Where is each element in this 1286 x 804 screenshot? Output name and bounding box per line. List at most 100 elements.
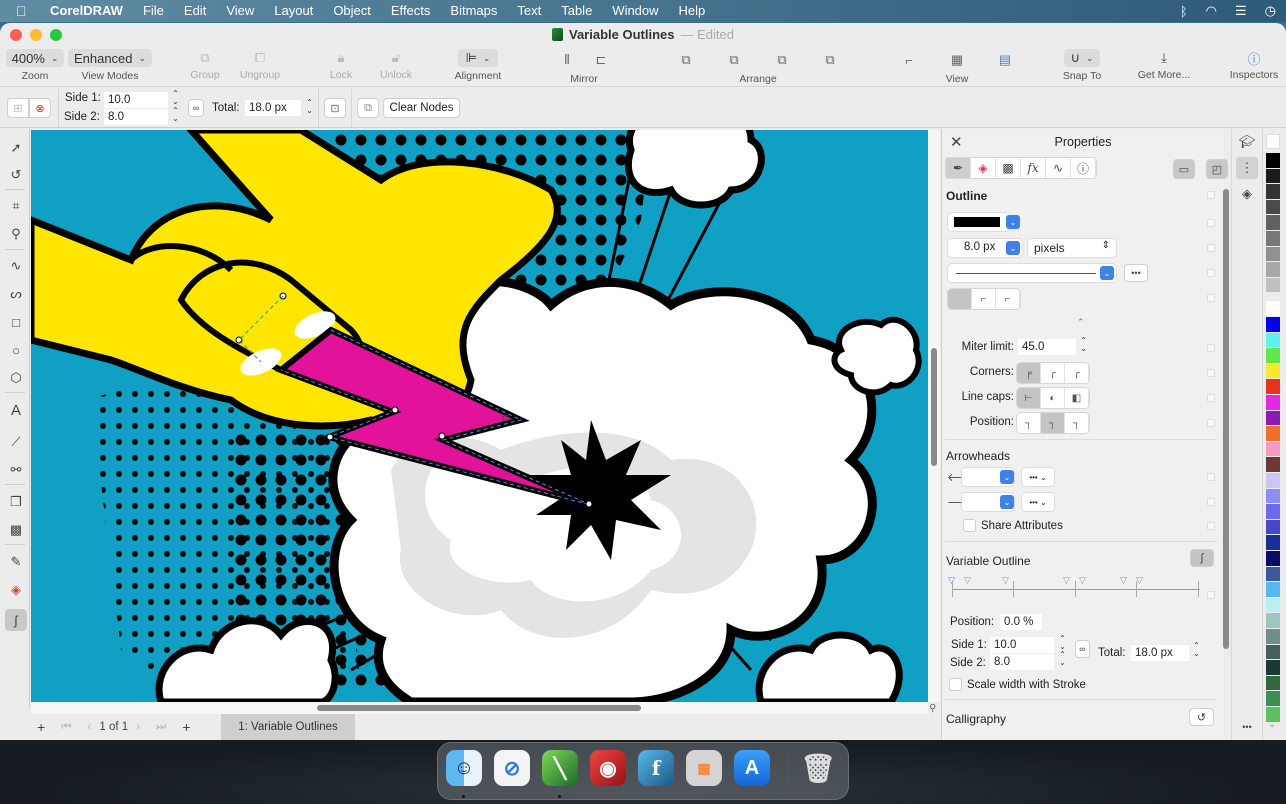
panel-scrollbar[interactable] — [1223, 189, 1229, 649]
vertical-scrollbar[interactable] — [928, 130, 940, 702]
corner-bevel-icon[interactable]: ╭ — [1065, 363, 1089, 383]
vo-position-input[interactable] — [1000, 614, 1042, 630]
no-color-swatch[interactable] — [1266, 134, 1280, 149]
palette-swatch[interactable] — [1266, 277, 1280, 293]
collapse-chevron-icon[interactable]: ⌃ — [1077, 317, 1085, 328]
palette-swatch[interactable] — [1266, 410, 1280, 426]
add-page-before-button[interactable]: + — [37, 719, 45, 735]
palette-swatch[interactable] — [1266, 348, 1280, 363]
palette-swatch[interactable] — [1266, 199, 1280, 215]
text-tool[interactable]: A — [5, 399, 27, 421]
vo-side1-input[interactable] — [990, 637, 1054, 653]
mirror-horizontal-icon[interactable]: ⫴ — [559, 52, 575, 68]
vo-total-stepper[interactable]: ⌃ ⌄ — [1192, 642, 1201, 658]
zoom-window-button[interactable] — [50, 29, 62, 41]
copy-nodes-button[interactable]: ⧉ — [357, 98, 379, 118]
dock-photo-booth-icon[interactable]: ◉ — [590, 750, 626, 786]
freehand-tool[interactable]: ∿ — [5, 255, 27, 277]
menu-bitmaps[interactable]: Bitmaps — [440, 0, 507, 22]
position-centered-icon[interactable]: ┐ — [1041, 413, 1065, 433]
transparency-tool[interactable]: ▩ — [5, 519, 27, 541]
palette-swatch[interactable] — [1266, 675, 1280, 691]
option-behind-fill[interactable] — [948, 289, 972, 309]
menu-text[interactable]: Text — [507, 0, 551, 22]
menu-edit[interactable]: Edit — [174, 0, 216, 22]
calligraphy-reset-button[interactable]: ↺ — [1189, 708, 1214, 726]
ellipse-tool[interactable]: ○ — [5, 339, 27, 361]
palette-swatch[interactable] — [1266, 262, 1280, 277]
miter-limit-stepper[interactable]: ⌃ ⌄ — [1079, 337, 1088, 353]
palette-swatch[interactable] — [1266, 426, 1280, 441]
clear-nodes-button[interactable]: Clear Nodes — [383, 98, 460, 118]
group-icon[interactable]: ⧉ — [197, 50, 213, 66]
to-front-icon[interactable]: ⧉ — [678, 52, 694, 68]
last-page-button[interactable]: ⏭ — [156, 721, 166, 734]
wifi-icon[interactable]: ◠ — [1206, 3, 1217, 19]
rulers-icon[interactable]: ⌐ — [901, 52, 917, 68]
delete-node-button[interactable]: ⊗ — [29, 98, 51, 118]
start-arrowhead-dropdown[interactable]: ⌄ — [1000, 470, 1014, 484]
outline-width-dropdown[interactable]: ⌄ — [1006, 241, 1020, 255]
cap-butt-icon[interactable]: ⊢ — [1017, 388, 1041, 408]
alignment-dropdown[interactable]: ⊫ ⌄ — [457, 49, 499, 67]
dock-finder-icon[interactable]: ☺ — [446, 750, 482, 786]
width-node-handle[interactable]: ▽ — [948, 575, 955, 586]
palette-swatch[interactable] — [1266, 473, 1280, 488]
variable-outline-track[interactable] — [952, 589, 1200, 590]
outline-color-dropdown[interactable]: ⌄ — [1006, 215, 1020, 229]
palette-swatch[interactable] — [1266, 317, 1280, 332]
palette-swatch[interactable] — [1266, 301, 1280, 316]
previous-page-button[interactable]: ‹ — [88, 721, 92, 733]
palette-swatch[interactable] — [1266, 246, 1280, 262]
dock-coreldraw-icon[interactable]: ╲ — [542, 750, 578, 786]
objects-icon[interactable]: ⋮ — [1236, 157, 1258, 179]
pick-tool[interactable]: ➚ — [5, 137, 27, 159]
line-style-select[interactable] — [948, 264, 1116, 282]
side2-stepper[interactable]: ⌃ ⌄ — [171, 107, 180, 123]
palette-swatch[interactable] — [1266, 441, 1280, 457]
page-tab[interactable]: 1: Variable Outlines — [221, 714, 355, 740]
menu-window[interactable]: Window — [602, 0, 668, 22]
scale-width-checkbox[interactable] — [949, 678, 962, 691]
side1-stepper[interactable]: ⌃ ⌄ — [171, 90, 180, 106]
menu-object[interactable]: Object — [323, 0, 381, 22]
rectangle-tool[interactable]: □ — [5, 311, 27, 333]
palette-swatch[interactable] — [1266, 215, 1280, 230]
minimize-window-button[interactable] — [30, 29, 42, 41]
shape-tool[interactable]: ↺ — [5, 164, 27, 186]
vo-side2-stepper[interactable]: ⌃ ⌄ — [1058, 651, 1067, 667]
palette-scroll-down[interactable]: ⌄ — [1268, 719, 1276, 730]
menu-view[interactable]: View — [216, 0, 264, 22]
drawing-canvas[interactable] — [31, 130, 928, 702]
option-overprint-icon[interactable]: ⌐ — [996, 289, 1020, 309]
miter-limit-input[interactable] — [1018, 339, 1076, 355]
palette-swatch[interactable] — [1266, 629, 1280, 644]
learn-icon[interactable]: 🎓︎ — [1236, 131, 1258, 153]
forward-one-icon[interactable]: ⧉ — [726, 52, 742, 68]
snap-to-dropdown[interactable]: ∪ ⌄ — [1064, 49, 1100, 67]
horizontal-scroll-thumb[interactable] — [317, 705, 641, 711]
width-node-handle[interactable]: ▽ — [1002, 575, 1009, 586]
share-attributes-checkbox[interactable] — [963, 519, 976, 532]
next-page-button[interactable]: › — [136, 721, 140, 733]
panel-preview-button[interactable]: ◰ — [1206, 159, 1228, 179]
side2-input[interactable] — [104, 109, 168, 125]
vertical-scroll-thumb[interactable] — [931, 348, 937, 466]
dock-font-app-icon[interactable]: f — [638, 750, 674, 786]
total-stepper[interactable]: ⌃ ⌄ — [305, 99, 314, 115]
option-scale-icon[interactable]: ⌐ — [972, 289, 996, 309]
palette-swatch[interactable] — [1266, 184, 1280, 199]
crop-tool[interactable]: ⌗ — [5, 195, 27, 217]
side1-input[interactable] — [104, 92, 168, 108]
vo-side1-stepper[interactable]: ⌃ ⌄ — [1058, 635, 1067, 651]
menu-app-name[interactable]: CorelDRAW — [46, 0, 133, 22]
start-arrowhead-options[interactable]: ••• ⌄ — [1022, 468, 1054, 486]
zoom-dropdown[interactable]: 400% ⌄ — [5, 49, 65, 67]
menu-layout[interactable]: Layout — [264, 0, 323, 22]
vo-link-sides-button[interactable]: ∞ — [1075, 640, 1090, 658]
palette-swatch[interactable] — [1266, 153, 1280, 168]
ungroup-icon[interactable]: ⧠ — [252, 50, 268, 66]
guidelines-icon[interactable]: ▤ — [997, 52, 1013, 68]
unlock-icon[interactable]: 🔓︎ — [388, 50, 404, 66]
width-node-handle[interactable]: ▽ — [964, 575, 971, 586]
